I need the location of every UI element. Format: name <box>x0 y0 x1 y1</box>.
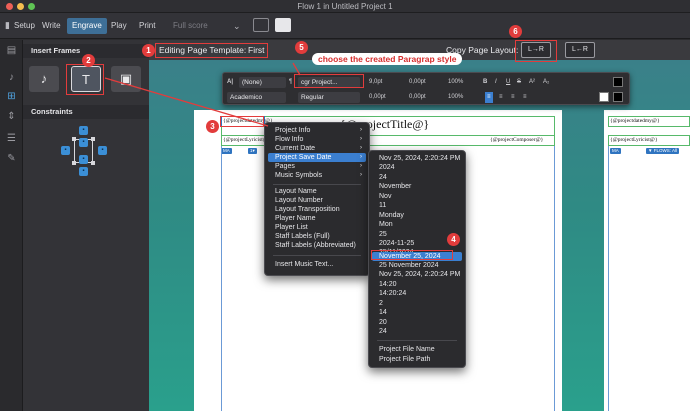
annotation-badge-1: 1 <box>142 44 155 57</box>
annotation-box-5 <box>294 74 364 88</box>
annotation-box-4 <box>371 250 453 260</box>
annotation-box-2 <box>66 64 104 95</box>
annotation-box-3 <box>220 116 264 127</box>
annotation-badge-4: 4 <box>447 233 460 246</box>
annotation-box-1 <box>155 43 268 58</box>
annotation-badge-3: 3 <box>206 120 219 133</box>
annotation-badge-6: 6 <box>509 25 522 38</box>
annotation-callout-5: choose the created Paragrap style <box>312 53 463 65</box>
annotation-box-6 <box>515 40 557 62</box>
annotation-badge-5: 5 <box>295 41 308 54</box>
annotation-badge-2: 2 <box>82 54 95 67</box>
